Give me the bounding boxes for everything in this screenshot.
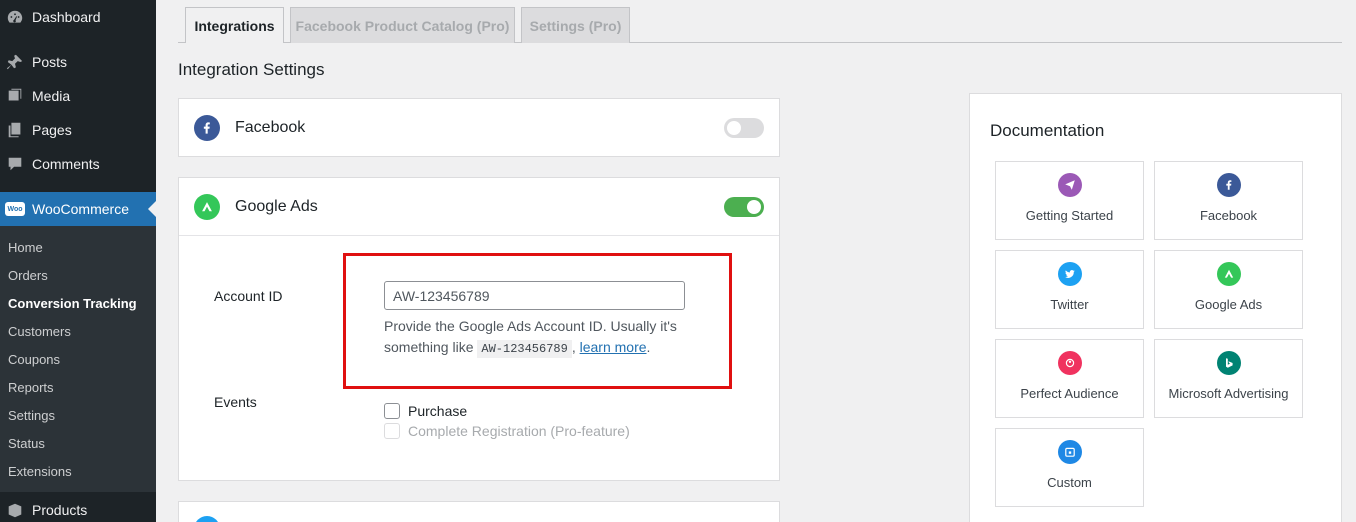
event-complete-registration: Complete Registration (Pro-feature) [384, 423, 630, 439]
submenu-status[interactable]: Status [8, 436, 45, 451]
twitter-icon [1058, 262, 1082, 286]
menu-label: WooCommerce [32, 201, 129, 217]
doc-card-microsoft-advertising[interactable]: Microsoft Advertising [1154, 339, 1303, 418]
doc-card-label: Twitter [1050, 297, 1089, 312]
pin-icon [5, 52, 25, 72]
tab-facebook-product-catalog[interactable]: Facebook Product Catalog (Pro) [290, 7, 515, 43]
woocommerce-submenu: Home Orders Conversion Tracking Customer… [0, 226, 156, 492]
facebook-header: Facebook [179, 99, 779, 156]
google-ads-toggle[interactable] [724, 197, 764, 217]
submenu-home[interactable]: Home [8, 240, 43, 255]
submenu-coupons[interactable]: Coupons [8, 352, 60, 367]
pages-icon [5, 120, 25, 140]
menu-posts[interactable]: Posts [0, 45, 156, 79]
page-title: Integration Settings [178, 60, 325, 79]
submenu-reports[interactable]: Reports [8, 380, 54, 395]
highlight-box [343, 253, 732, 389]
doc-card-label: Getting Started [1025, 208, 1114, 223]
complete-registration-checkbox [384, 423, 400, 439]
doc-card-custom[interactable]: Custom [995, 428, 1144, 507]
admin-sidebar: Dashboard Posts Media Pages Comments Woo… [0, 0, 156, 522]
submenu-extensions[interactable]: Extensions [8, 464, 72, 479]
submenu-orders[interactable]: Orders [8, 268, 48, 283]
toggle-knob [747, 200, 761, 214]
menu-label: Comments [32, 156, 100, 172]
facebook-icon [194, 114, 220, 141]
event-purchase[interactable]: Purchase [384, 403, 467, 419]
doc-card-perfect-audience[interactable]: Perfect Audience [995, 339, 1144, 418]
doc-card-label: Perfect Audience [1020, 386, 1119, 401]
calendar-icon [1058, 440, 1082, 464]
menu-label: Products [32, 502, 88, 518]
doc-card-twitter[interactable]: Twitter [995, 250, 1144, 329]
comment-icon [5, 154, 25, 174]
dashboard-icon [5, 7, 25, 27]
doc-card-label: Custom [1047, 475, 1092, 490]
event-label: Complete Registration (Pro-feature) [408, 423, 630, 439]
account-id-label: Account ID [214, 288, 283, 304]
menu-label: Media [32, 88, 71, 104]
menu-label: Pages [32, 122, 72, 138]
tab-integrations[interactable]: Integrations [185, 7, 284, 43]
facebook-integration: Facebook [178, 98, 780, 157]
doc-card-getting-started[interactable]: Getting Started [995, 161, 1144, 240]
menu-label: Posts [32, 54, 68, 70]
google-ads-icon [194, 193, 220, 220]
woo-icon: Woo [5, 199, 25, 219]
documentation-title: Documentation [990, 121, 1105, 140]
facebook-icon [1217, 173, 1241, 197]
bing-icon [1217, 351, 1241, 375]
menu-woocommerce[interactable]: Woo WooCommerce [0, 192, 156, 226]
events-label: Events [214, 394, 257, 410]
facebook-title: Facebook [235, 118, 306, 136]
menu-comments[interactable]: Comments [0, 147, 156, 181]
menu-products[interactable]: Products [0, 493, 156, 522]
google-ads-icon [1217, 262, 1241, 286]
submenu-settings[interactable]: Settings [8, 408, 55, 423]
doc-card-google-ads[interactable]: Google Ads [1154, 250, 1303, 329]
menu-media[interactable]: Media [0, 79, 156, 113]
submenu-conversion-tracking[interactable]: Conversion Tracking [8, 296, 137, 311]
doc-card-label: Google Ads [1194, 297, 1263, 312]
toggle-knob [727, 121, 741, 135]
google-ads-header: Google Ads [179, 178, 779, 235]
menu-pages[interactable]: Pages [0, 113, 156, 147]
products-icon [5, 500, 25, 520]
purchase-checkbox[interactable] [384, 403, 400, 419]
google-ads-title: Google Ads [235, 197, 318, 215]
perfect-audience-icon [1058, 351, 1082, 375]
media-icon [5, 86, 25, 106]
tab-settings-pro[interactable]: Settings (Pro) [521, 7, 630, 43]
event-label: Purchase [408, 403, 468, 419]
paper-plane-icon [1058, 173, 1082, 197]
twitter-icon [194, 516, 220, 522]
menu-dashboard[interactable]: Dashboard [0, 0, 156, 34]
doc-card-facebook[interactable]: Facebook [1154, 161, 1303, 240]
doc-card-label: Facebook [1199, 208, 1258, 223]
facebook-toggle[interactable] [724, 118, 764, 138]
submenu-customers[interactable]: Customers [8, 324, 71, 339]
menu-label: Dashboard [32, 9, 101, 25]
twitter-integration [178, 501, 780, 522]
box-divider [179, 235, 779, 236]
doc-card-label: Microsoft Advertising [1168, 386, 1289, 401]
